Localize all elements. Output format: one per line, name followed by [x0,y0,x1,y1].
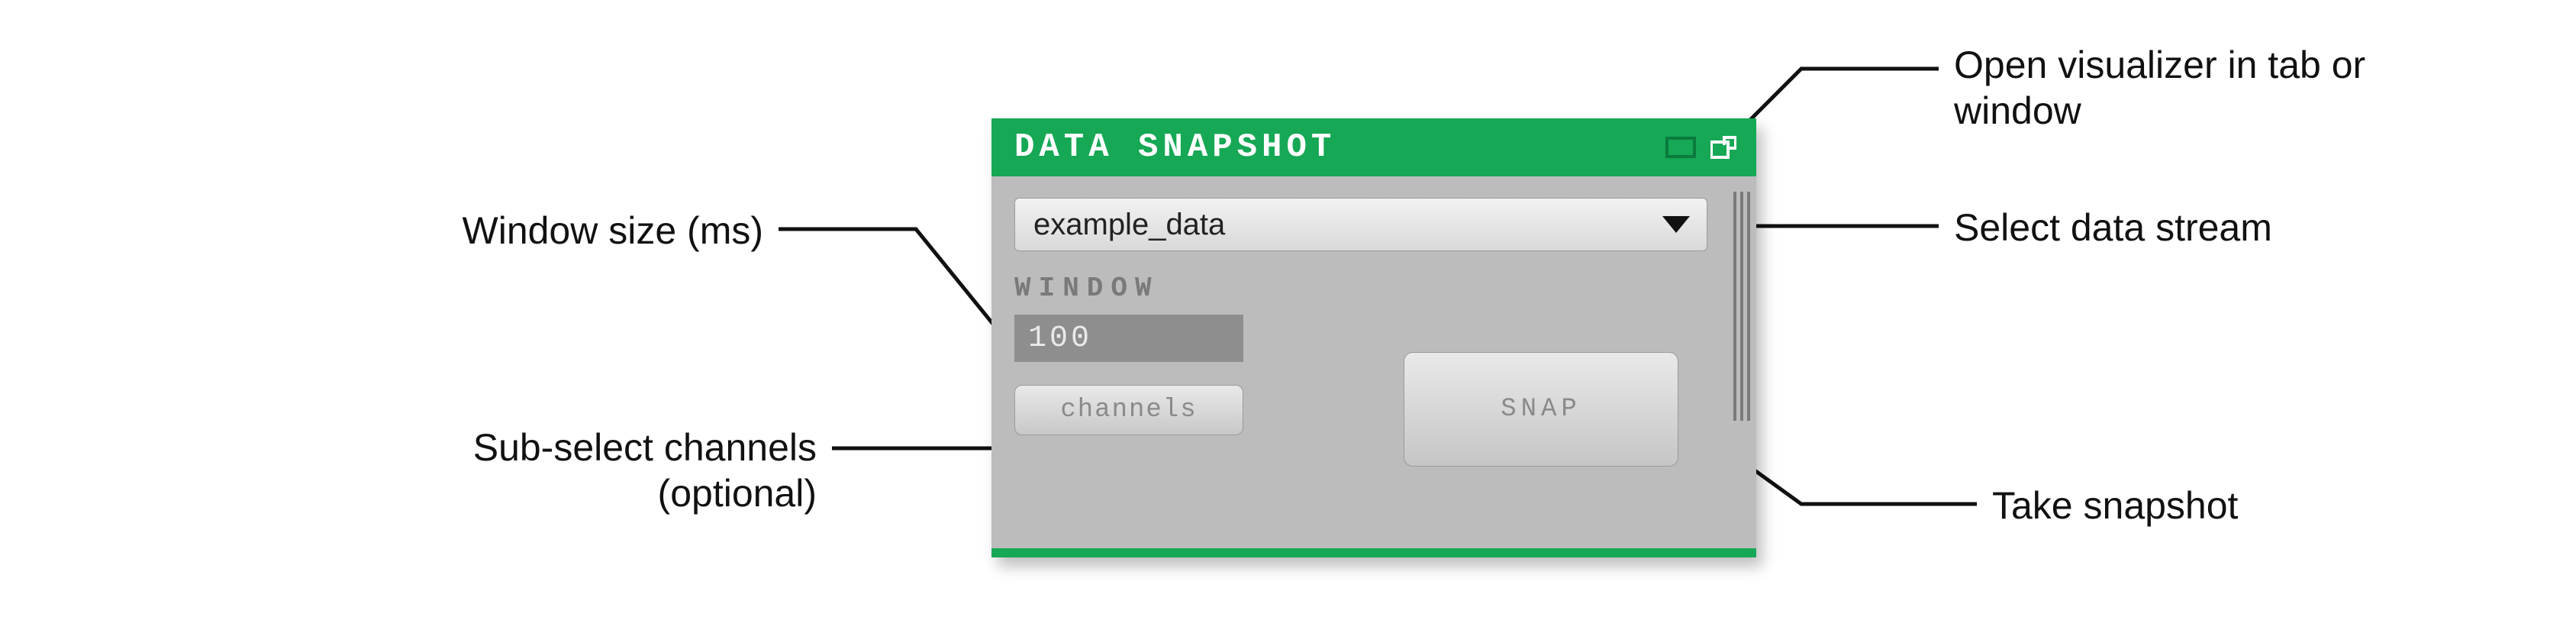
panel-titlebar: DATA SNAPSHOT [991,118,1756,176]
annotation-select-stream: Select data stream [1954,205,2381,250]
annotation-take-snapshot: Take snapshot [1992,483,2420,528]
data-snapshot-panel: DATA SNAPSHOT example_data WINDOW channe… [991,118,1756,557]
resize-grip-icon[interactable] [1733,192,1752,421]
window-label: WINDOW [1014,273,1733,304]
channels-button[interactable]: channels [1014,385,1243,435]
panel-bottom-accent [991,548,1756,557]
annotation-sub-select: Sub-select channels(optional) [359,425,817,516]
window-size-input[interactable] [1014,315,1243,362]
snap-button[interactable]: SNAP [1404,352,1678,467]
chevron-down-icon [1662,216,1690,233]
annotation-window-size: Window size (ms) [374,208,763,254]
open-in-tab-icon[interactable] [1665,136,1697,159]
data-stream-dropdown[interactable]: example_data [1014,198,1707,251]
open-in-window-icon[interactable] [1707,136,1739,159]
annotation-open-visualizer: Open visualizer in tab or window [1954,42,2381,134]
panel-title: DATA SNAPSHOT [1014,128,1654,166]
dropdown-value: example_data [1033,208,1225,242]
panel-body: example_data WINDOW channels SNAP [991,176,1756,548]
